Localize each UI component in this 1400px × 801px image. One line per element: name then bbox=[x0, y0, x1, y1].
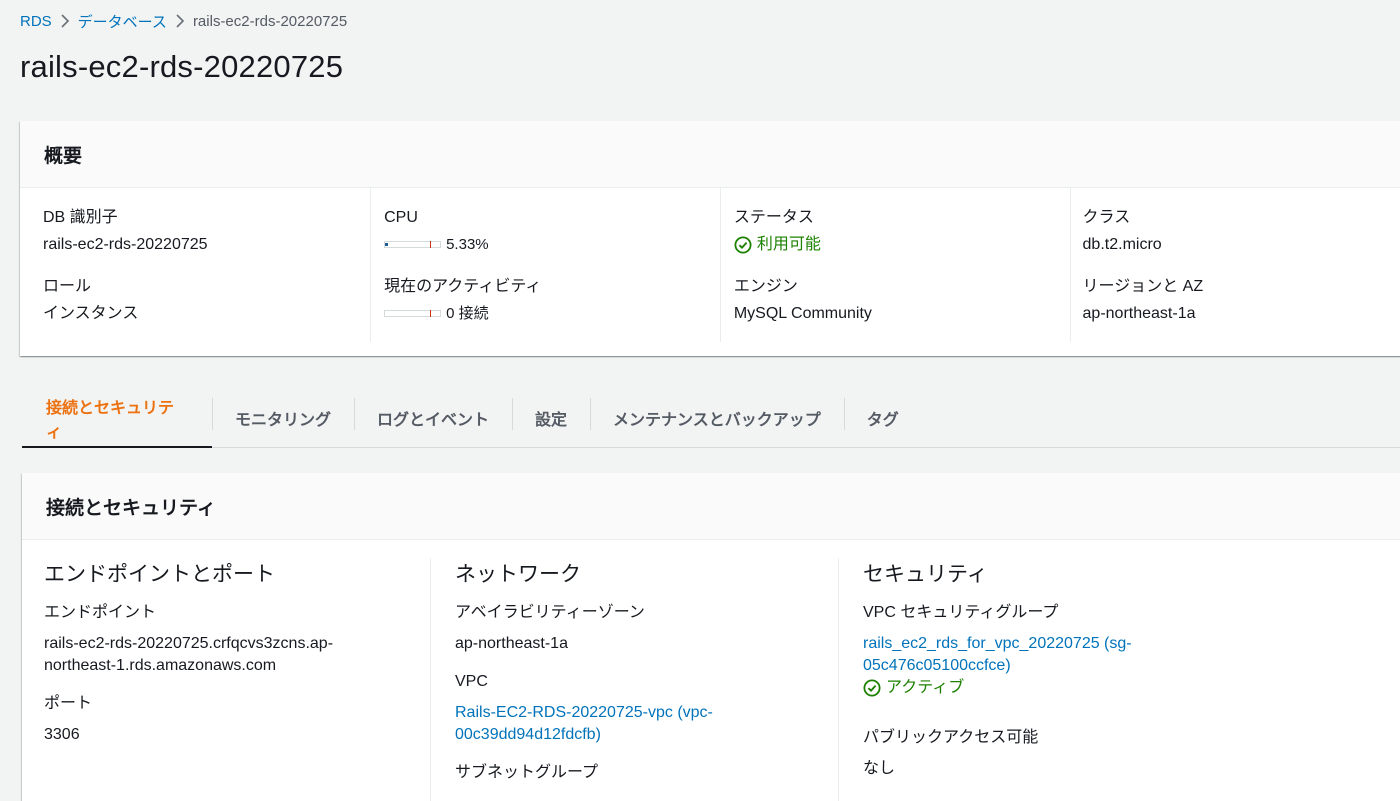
summary-column-cpu: CPU 5.33% 現在のアクティビティ 0 接続 bbox=[371, 188, 721, 342]
status-label: ステータス bbox=[733, 209, 814, 226]
activity-label: 現在のアクティビティ bbox=[384, 278, 542, 295]
engine-label: エンジン bbox=[733, 278, 798, 295]
db-identifier-value: rails-ec2-rds-20220725 bbox=[43, 236, 208, 253]
security-group-link[interactable]: rails_ec2_rds_for_vpc_20220725 (sg-05c47… bbox=[863, 633, 1153, 677]
az-value: ap-northeast-1a bbox=[455, 635, 568, 652]
summary-header: 概要 bbox=[20, 121, 1400, 188]
public-access-label: パブリックアクセス可能 bbox=[863, 729, 1039, 746]
port-value: 3306 bbox=[44, 726, 80, 743]
chevron-right-icon bbox=[52, 13, 78, 30]
region-value: ap-northeast-1a bbox=[1082, 305, 1196, 322]
cpu-label: CPU bbox=[384, 209, 418, 226]
status-check-icon bbox=[863, 679, 881, 697]
breadcrumb-rds-link[interactable]: RDS bbox=[20, 13, 52, 30]
tab-connectivity-security[interactable]: 接続とセキュリティ bbox=[22, 390, 212, 448]
summary-column-class: クラス db.t2.micro リージョンと AZ ap-northeast-1… bbox=[1071, 188, 1400, 342]
tab-logs-events[interactable]: ログとイベント bbox=[354, 390, 512, 446]
public-access-value: なし bbox=[863, 760, 896, 777]
page-title: rails-ec2-rds-20220725 bbox=[20, 49, 344, 84]
cpu-meter-bar bbox=[384, 241, 442, 248]
endpoint-section: エンドポイントとポート エンドポイント rails-ec2-rds-202207… bbox=[22, 558, 430, 801]
summary-panel: 概要 DB 識別子 rails-ec2-rds-20220725 ロール インス… bbox=[20, 121, 1400, 356]
summary-column-status: ステータス 利用可能 エンジン MySQL Community bbox=[721, 188, 1071, 342]
chevron-right-icon bbox=[167, 13, 193, 30]
tab-monitoring[interactable]: モニタリング bbox=[212, 390, 354, 446]
status-value: 利用可能 bbox=[756, 236, 821, 253]
activity-meter: 0 接続 bbox=[384, 301, 489, 326]
status-check-icon bbox=[734, 236, 752, 254]
db-identifier-label: DB 識別子 bbox=[43, 209, 118, 226]
detail-tabs: 接続とセキュリティ モニタリング ログとイベント 設定 メンテナンスとバックアッ… bbox=[22, 390, 1400, 448]
security-group-status-text: アクティブ bbox=[886, 679, 965, 696]
endpoint-value: rails-ec2-rds-20220725.crfqcvs3zcns.ap-n… bbox=[44, 635, 334, 674]
cpu-meter-fill bbox=[385, 243, 389, 246]
tab-tags[interactable]: タグ bbox=[843, 390, 922, 446]
cpu-meter: 5.33% bbox=[384, 232, 489, 257]
security-section: セキュリティ VPC セキュリティグループ rails_ec2_rds_for_… bbox=[838, 558, 1338, 801]
breadcrumb-databases-link[interactable]: データベース bbox=[78, 11, 167, 32]
tab-configuration[interactable]: 設定 bbox=[512, 390, 590, 446]
status-badge: 利用可能 bbox=[734, 232, 821, 257]
class-value: db.t2.micro bbox=[1082, 236, 1162, 253]
vpc-label: VPC bbox=[455, 673, 488, 690]
endpoint-label: エンドポイント bbox=[44, 604, 157, 621]
connectivity-grid: エンドポイントとポート エンドポイント rails-ec2-rds-202207… bbox=[22, 540, 1400, 801]
network-section-title: ネットワーク bbox=[455, 563, 581, 586]
connectivity-panel: 接続とセキュリティ エンドポイントとポート エンドポイント rails-ec2-… bbox=[22, 473, 1400, 801]
summary-grid: DB 識別子 rails-ec2-rds-20220725 ロール インスタンス… bbox=[20, 188, 1400, 356]
activity-meter-bar bbox=[384, 310, 442, 317]
subnet-group-label: サブネットグループ bbox=[455, 764, 599, 781]
engine-value: MySQL Community bbox=[733, 305, 872, 322]
region-label: リージョンと AZ bbox=[1082, 278, 1204, 295]
security-group-label: VPC セキュリティグループ bbox=[863, 604, 1059, 621]
summary-column-identifier: DB 識別子 rails-ec2-rds-20220725 ロール インスタンス bbox=[20, 188, 372, 342]
class-label: クラス bbox=[1082, 209, 1131, 226]
network-section: ネットワーク アベイラビリティーゾーン ap-northeast-1a VPC … bbox=[430, 558, 838, 801]
connectivity-header: 接続とセキュリティ bbox=[22, 473, 1400, 540]
activity-value: 0 接続 bbox=[446, 305, 489, 322]
activity-meter-threshold bbox=[430, 310, 432, 317]
role-value: インスタンス bbox=[43, 305, 139, 322]
endpoint-section-title: エンドポイントとポート bbox=[44, 563, 275, 586]
vpc-link[interactable]: Rails-EC2-RDS-20220725-vpc (vpc-00c39dd9… bbox=[455, 702, 745, 746]
port-label: ポート bbox=[44, 695, 93, 712]
breadcrumb-current: rails-ec2-rds-20220725 bbox=[192, 13, 348, 30]
cpu-meter-threshold bbox=[430, 241, 432, 248]
security-section-title: セキュリティ bbox=[863, 563, 988, 586]
security-group-status: アクティブ bbox=[863, 677, 964, 699]
cpu-value: 5.33% bbox=[446, 236, 489, 253]
tab-maintenance-backup[interactable]: メンテナンスとバックアップ bbox=[590, 390, 844, 446]
breadcrumb: RDS データベース rails-ec2-rds-20220725 bbox=[20, 11, 347, 32]
az-label: アベイラビリティーゾーン bbox=[455, 604, 645, 621]
role-label: ロール bbox=[43, 278, 92, 295]
